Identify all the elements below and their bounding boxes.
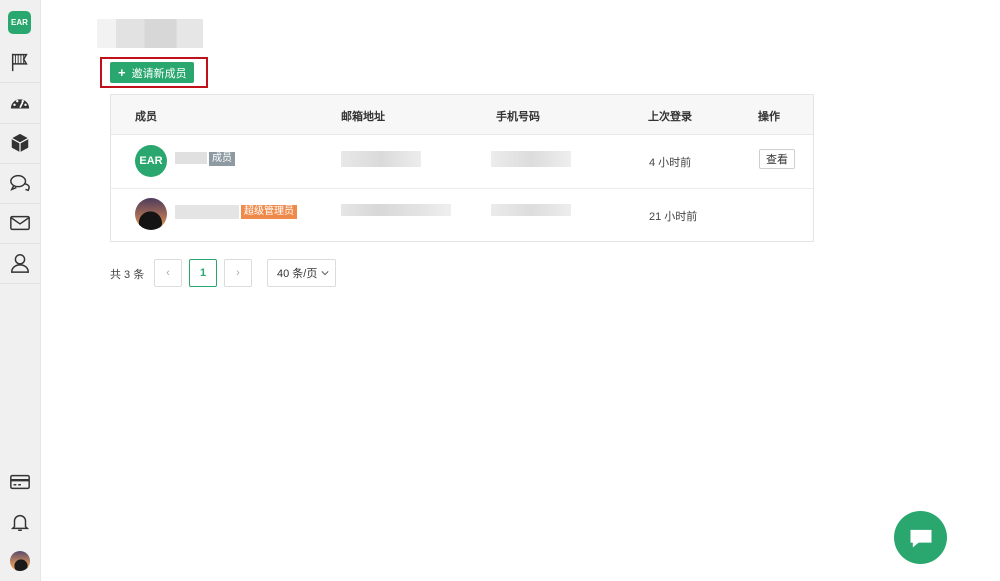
header-phone: 手机号码 <box>496 111 540 123</box>
app-logo[interactable]: EAR <box>8 11 31 34</box>
page-size-select[interactable]: 40 条/页 <box>267 259 336 287</box>
page-title-redacted <box>97 19 203 48</box>
mail-icon <box>10 215 30 231</box>
credit-card-icon <box>10 474 30 490</box>
role-badge: 超级管理员 <box>241 205 297 219</box>
table-row: EAR 成员 4 小时前 查看 <box>111 134 813 189</box>
sidebar-item-dashboard[interactable] <box>0 83 40 124</box>
table-row: 超级管理员 21 小时前 <box>111 189 813 243</box>
sidebar-item-messages[interactable] <box>0 163 40 204</box>
page-number-1[interactable]: 1 <box>189 259 217 287</box>
sidebar-item-members[interactable] <box>0 243 40 284</box>
page-size-value: 40 条/页 <box>277 268 318 280</box>
email-redacted <box>341 151 421 167</box>
member-avatar <box>135 198 167 230</box>
members-table: 成员 邮箱地址 手机号码 上次登录 操作 EAR 成员 4 小时前 查看 超级管… <box>110 94 814 242</box>
member-name-redacted <box>175 205 239 219</box>
invite-member-button[interactable]: + 邀请新成员 <box>110 62 194 83</box>
sidebar-item-profile[interactable] <box>0 541 40 581</box>
chat-bubble-icon <box>910 529 931 547</box>
phone-redacted <box>491 151 571 167</box>
chat-bubbles-icon <box>10 174 30 192</box>
header-email: 邮箱地址 <box>341 111 385 123</box>
sidebar: EAR <box>0 0 41 581</box>
bell-icon <box>10 514 30 531</box>
phone-redacted <box>491 204 571 216</box>
sidebar-item-mail[interactable] <box>0 203 40 244</box>
table-header: 成员 邮箱地址 手机号码 上次登录 操作 <box>111 95 813 135</box>
view-button[interactable]: 查看 <box>759 149 795 169</box>
sidebar-item-products[interactable] <box>0 123 40 164</box>
next-page-button[interactable]: › <box>224 259 252 287</box>
member-avatar: EAR <box>135 145 167 177</box>
member-name-redacted <box>175 152 207 164</box>
sidebar-item-flag[interactable] <box>0 42 40 83</box>
pagination-total: 共 3 条 <box>110 269 145 281</box>
sidebar-item-notifications[interactable] <box>0 502 40 542</box>
email-redacted <box>341 204 451 216</box>
header-last-login: 上次登录 <box>648 111 692 123</box>
chevron-left-icon: ‹ <box>166 267 170 279</box>
chat-support-button[interactable] <box>894 511 947 564</box>
sidebar-item-billing[interactable] <box>0 462 40 502</box>
chevron-down-icon <box>321 271 329 276</box>
user-icon <box>11 254 29 273</box>
cube-icon <box>11 133 29 153</box>
last-login: 21 小时前 <box>649 211 698 223</box>
header-actions: 操作 <box>758 111 780 123</box>
flag-icon <box>11 53 28 72</box>
invite-member-label: 邀请新成员 <box>131 67 187 80</box>
chevron-right-icon: › <box>236 267 240 279</box>
header-member: 成员 <box>135 111 157 123</box>
avatar <box>10 551 30 571</box>
dashboard-icon <box>10 99 30 109</box>
prev-page-button[interactable]: ‹ <box>154 259 182 287</box>
last-login: 4 小时前 <box>649 157 692 169</box>
plus-icon: + <box>118 65 126 80</box>
role-badge: 成员 <box>209 152 235 166</box>
